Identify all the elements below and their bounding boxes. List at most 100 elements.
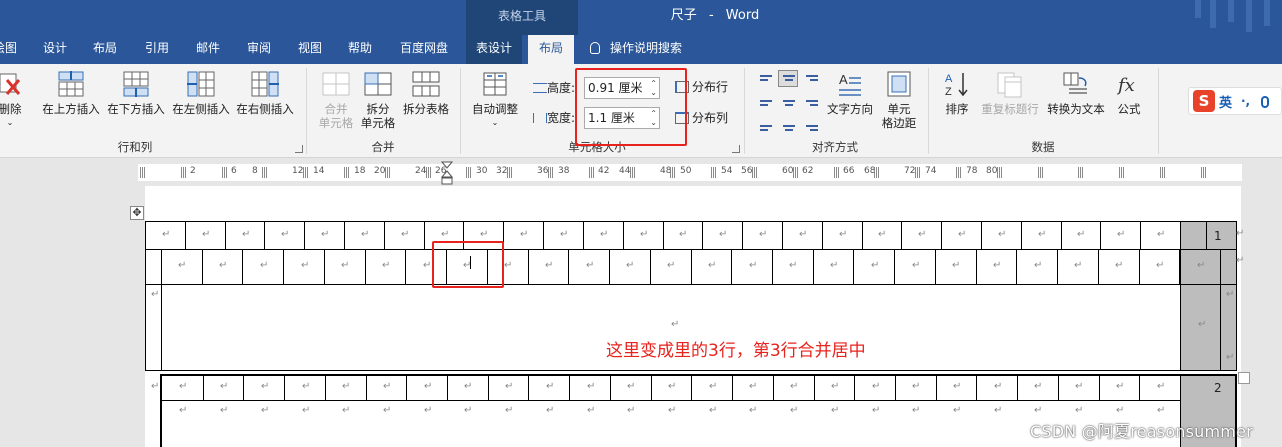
ime-toolbar[interactable]: S 英 ·,	[1188, 87, 1282, 115]
ruler-column-marker[interactable]	[507, 167, 514, 178]
background-decoration	[1195, 0, 1201, 18]
ruler-column-marker[interactable]	[956, 167, 962, 178]
ruler-column-marker[interactable]	[466, 167, 473, 178]
ruler-column-marker[interactable]	[792, 167, 799, 178]
sort-icon: AZ	[942, 70, 972, 98]
sort-button[interactable]: AZ 排序	[940, 70, 974, 116]
ruler-column-marker[interactable]	[1078, 167, 1085, 178]
tab-table-design[interactable]: 表设计	[466, 35, 522, 64]
ruler-column-marker[interactable]	[1037, 167, 1044, 178]
table-column-border	[853, 249, 854, 284]
convert-to-text-button[interactable]: 转换为文本	[1044, 70, 1108, 116]
table-column-border	[862, 222, 863, 249]
ruler-column-marker[interactable]	[303, 167, 310, 178]
indent-marker-icon[interactable]	[441, 161, 453, 185]
autofit-button[interactable]: 自动调整 ⌄	[468, 70, 522, 130]
ruler-column-marker[interactable]	[180, 167, 187, 178]
align-top-right-button[interactable]	[801, 70, 821, 87]
split-cells-button[interactable]: 拆分 单元格	[358, 70, 398, 130]
ruler-column-marker[interactable]	[1119, 167, 1126, 178]
align-bottom-left-button[interactable]	[755, 116, 775, 133]
split-table-icon	[411, 70, 441, 98]
tab-view[interactable]: 视图	[293, 35, 327, 64]
ruler-tick-label: 30	[476, 166, 488, 176]
ruler-column-marker[interactable]	[996, 167, 1003, 178]
ruler-column-marker[interactable]	[752, 167, 758, 178]
formula-button[interactable]: fx 公式	[1112, 70, 1146, 116]
align-bottom-center-button[interactable]	[778, 116, 798, 133]
paragraph-mark: ↵	[668, 405, 677, 416]
ruler-column-marker[interactable]	[670, 167, 677, 178]
insert-below-button[interactable]: 在下方插入	[105, 70, 167, 116]
ruler-column-marker[interactable]	[384, 167, 391, 178]
ruler-column-marker[interactable]	[588, 167, 595, 178]
repeat-header-rows-button[interactable]: 重复标题行	[978, 70, 1042, 116]
ruler-column-marker[interactable]	[874, 167, 881, 178]
merge-cells-button[interactable]: 合并 单元格	[316, 70, 356, 130]
align-middle-right-button[interactable]	[801, 93, 821, 110]
text-direction-button[interactable]: A 文字方向	[824, 70, 876, 116]
ruler-column-marker[interactable]	[629, 167, 636, 178]
tab-design[interactable]: 设计	[38, 35, 72, 64]
ruler-column-marker[interactable]	[711, 167, 718, 178]
insert-above-button[interactable]: 在上方插入	[40, 70, 102, 116]
paragraph-mark: ↵	[220, 381, 229, 392]
align-middle-center-button[interactable]	[778, 93, 798, 110]
table-column-border	[365, 249, 366, 284]
page-number-2: 2	[1214, 381, 1222, 395]
tab-draw[interactable]: 绘图	[0, 35, 22, 64]
split-table-button[interactable]: 拆分表格	[400, 70, 452, 116]
cell-margins-button[interactable]: 单元 格边距	[878, 70, 920, 130]
tab-review[interactable]: 审阅	[242, 35, 276, 64]
table-column-border	[324, 249, 325, 284]
table-column-border	[936, 376, 937, 400]
table-column-border	[663, 222, 664, 249]
tab-help[interactable]: 帮助	[343, 35, 377, 64]
dialog-launcher-cell-size[interactable]	[732, 145, 740, 153]
tell-me-search[interactable]: 操作说明搜索	[590, 35, 682, 64]
align-top-left-button[interactable]	[755, 70, 775, 87]
ruler-tick-label: 18	[354, 166, 366, 176]
column-width-icon	[533, 113, 547, 123]
ruler-column-marker[interactable]	[425, 167, 432, 178]
ime-mode-indicator[interactable]: 英	[1219, 92, 1232, 111]
ruler-column-marker[interactable]	[833, 167, 840, 178]
ruler-column-marker[interactable]	[262, 167, 269, 178]
align-bottom-right-button[interactable]	[801, 116, 821, 133]
table-resize-handle[interactable]	[1238, 372, 1250, 384]
paragraph-mark: ↵	[321, 228, 330, 240]
paragraph-mark: ↵	[872, 405, 881, 416]
dialog-launcher-rows-columns[interactable]	[295, 145, 303, 153]
ime-punctuation-icon[interactable]: ·,	[1241, 94, 1250, 108]
paragraph-mark: ↵	[401, 228, 410, 240]
paragraph-mark: ↵	[749, 405, 758, 416]
table-column-border	[424, 222, 425, 249]
insert-right-button[interactable]: 在右侧插入	[234, 70, 296, 116]
tab-baidu-netdisk[interactable]: 百度网盘	[394, 35, 454, 64]
table-move-handle-icon[interactable]: ✥	[130, 206, 144, 220]
ruler-column-marker[interactable]	[221, 167, 228, 178]
paragraph-mark: ↵	[871, 259, 880, 271]
paragraph-mark: ↵	[151, 289, 160, 300]
delete-button[interactable]: 删除 ⌄	[0, 70, 26, 130]
ime-voice-icon[interactable]	[1261, 96, 1269, 108]
ruler-column-marker[interactable]	[1160, 167, 1166, 178]
ruler-column-marker[interactable]	[140, 167, 146, 178]
align-top-center-button[interactable]	[778, 70, 798, 87]
ruler-column-marker[interactable]	[548, 167, 554, 178]
tab-references[interactable]: 引用	[140, 35, 174, 64]
tab-layout-page[interactable]: 布局	[88, 35, 122, 64]
align-middle-left-button[interactable]	[755, 93, 775, 110]
ruler-column-marker[interactable]	[1200, 167, 1207, 178]
ruler-column-marker[interactable]	[344, 167, 350, 178]
table-column-border	[691, 249, 692, 284]
ruler-column-marker[interactable]	[915, 167, 922, 178]
repeat-header-rows-icon	[995, 70, 1025, 98]
horizontal-ruler[interactable]: 2 6 8 12 14 18 20 24 26 30 32 36 38 42 44 48 50 54 56 60 62 6…	[138, 164, 1242, 181]
table-column-border	[283, 249, 284, 284]
tab-mailings[interactable]: 邮件	[191, 35, 225, 64]
insert-left-button[interactable]: 在左侧插入	[170, 70, 232, 116]
tab-table-layout[interactable]: 布局	[528, 35, 574, 64]
table-column-border	[894, 249, 895, 284]
group-divider	[460, 68, 461, 154]
